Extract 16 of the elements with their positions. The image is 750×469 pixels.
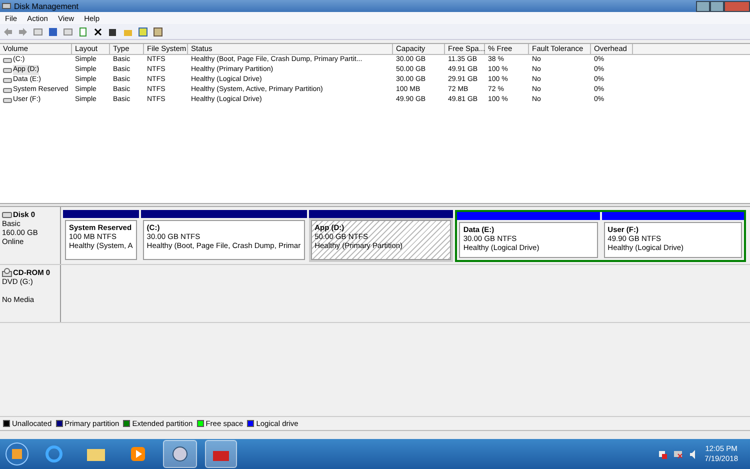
panel-icon[interactable] [63,26,73,36]
media-player-icon[interactable] [130,446,146,462]
app-icon [2,2,11,10]
close-button[interactable] [724,0,750,12]
folder-icon[interactable] [86,446,106,462]
minimize-button[interactable] [696,0,710,12]
disk-drive-icon [2,212,12,218]
start-button[interactable] [5,442,29,466]
taskbar-app-button[interactable] [205,440,237,468]
maximize-button[interactable] [710,0,724,12]
forward-icon[interactable] [18,26,28,36]
delete-icon[interactable] [93,26,103,36]
back-icon[interactable] [3,26,13,36]
window-title: Disk Management [14,2,78,10]
panel-icon[interactable] [33,26,43,36]
taskbar-app-button[interactable] [163,440,197,468]
